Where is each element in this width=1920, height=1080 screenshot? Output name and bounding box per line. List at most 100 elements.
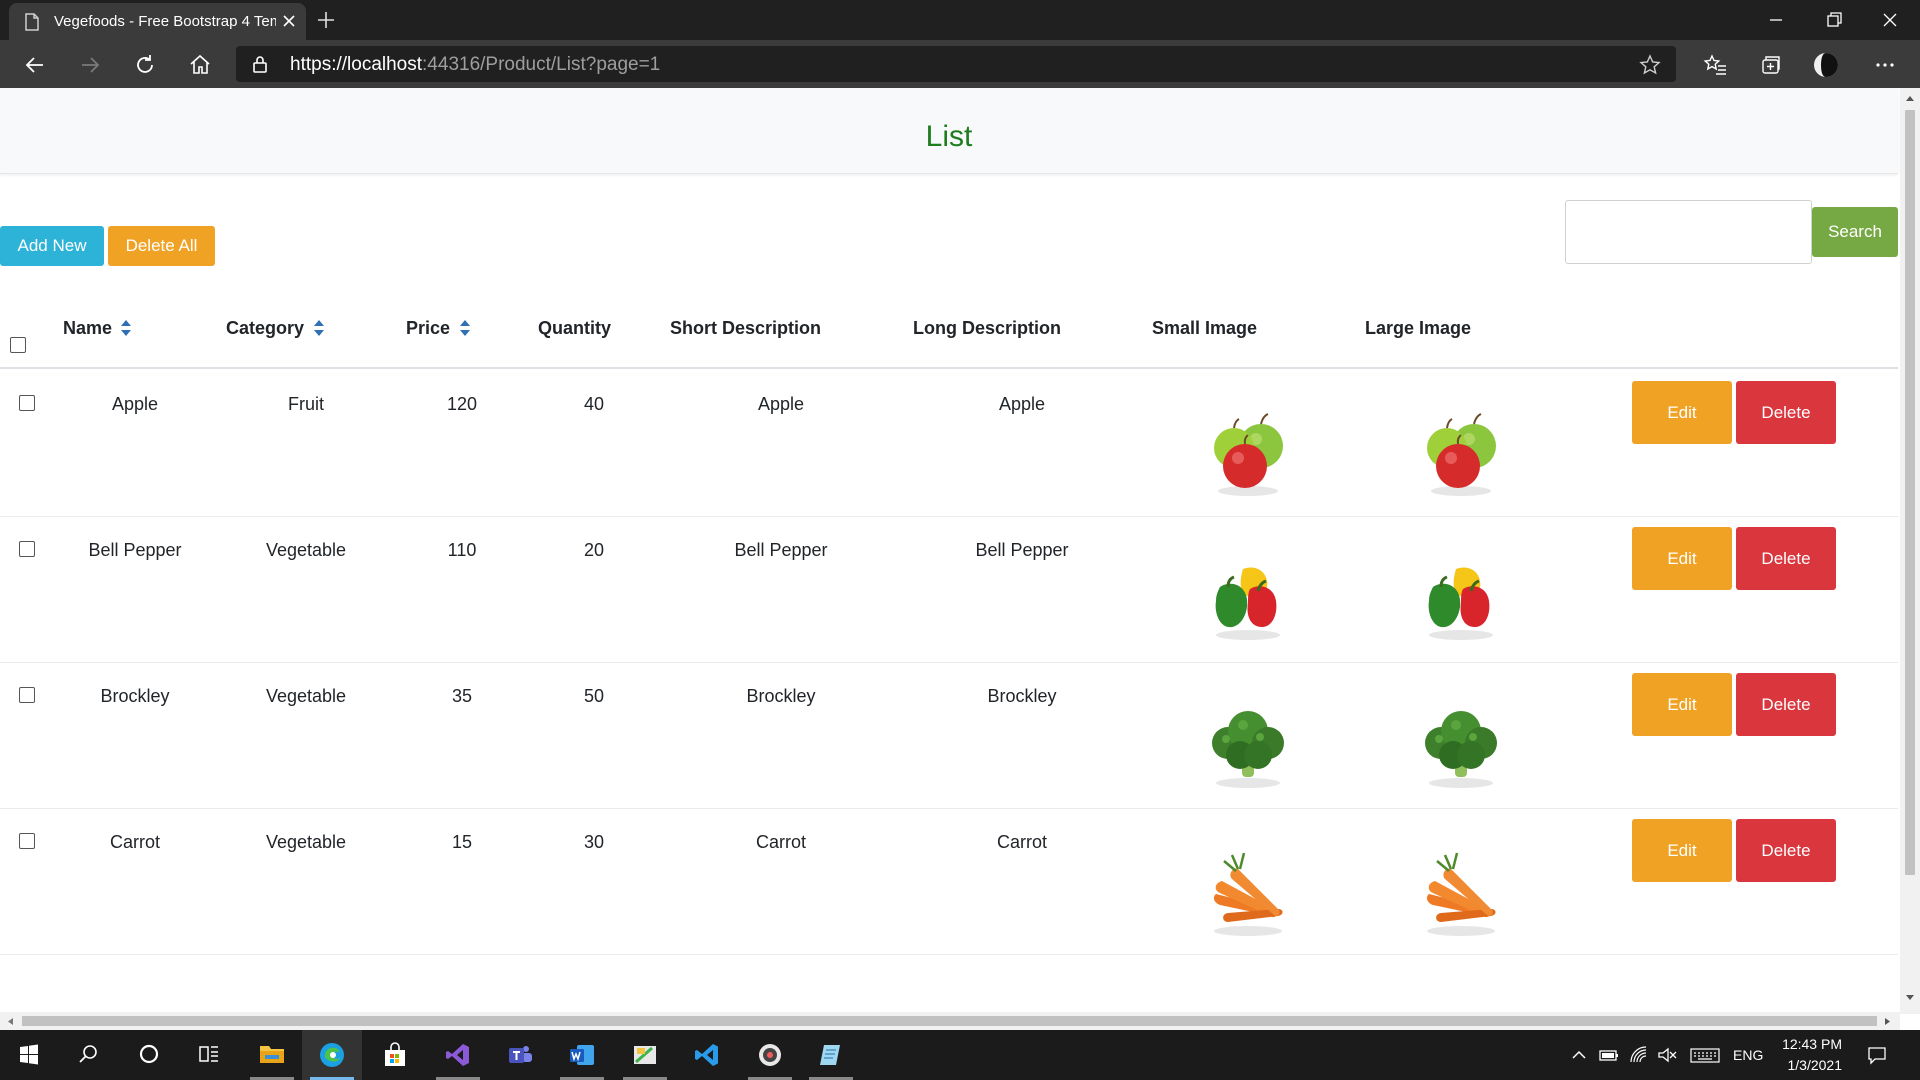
scroll-up-icon[interactable] [1905,94,1915,102]
taskbar-edge[interactable] [302,1030,362,1080]
cell-long-description: Brockley [987,686,1057,706]
delete-button[interactable]: Delete [1736,527,1836,590]
volume-muted-icon[interactable] [1656,1044,1678,1066]
header-price-label: Price [406,318,451,338]
cortana-button[interactable] [120,1030,180,1080]
collections-icon[interactable] [1758,52,1784,78]
edit-button[interactable]: Edit [1632,673,1732,736]
header-long-description: Long Description [913,318,1061,338]
select-all-checkbox[interactable] [10,337,26,353]
horizontal-scrollbar[interactable] [0,1012,1900,1030]
header-short-description: Short Description [670,318,822,338]
horizontal-scroll-thumb[interactable] [22,1016,1877,1026]
taskbar-word[interactable] [552,1030,612,1080]
notes-app-icon [820,1045,840,1065]
favorite-star-icon[interactable] [1639,54,1661,76]
forward-icon[interactable] [77,52,103,78]
clock-date[interactable]: 1/3/2021 [1782,1057,1843,1073]
taskbar-search[interactable] [60,1030,120,1080]
taskbar-notes-app[interactable] [801,1030,861,1080]
vscode-icon [695,1044,718,1066]
wifi-icon[interactable] [1628,1044,1650,1066]
cell-short-description: Brockley [746,686,816,706]
delete-all-button[interactable]: Delete All [108,226,215,266]
header-category[interactable]: Category [226,318,324,339]
favorites-icon[interactable] [1703,52,1729,78]
cell-quantity: 50 [583,686,605,706]
new-tab-icon[interactable] [315,9,337,31]
lock-icon[interactable] [250,54,270,74]
row-select-checkbox[interactable] [19,541,35,557]
profile-avatar-icon[interactable] [1813,52,1839,78]
home-icon[interactable] [187,52,213,78]
database-tool-icon [634,1046,656,1064]
large-image-carrot [1426,852,1496,936]
chevron-up-icon[interactable] [1568,1044,1590,1066]
delete-button[interactable]: Delete [1736,819,1836,882]
delete-button[interactable]: Delete [1736,381,1836,444]
table-row: Carrot Vegetable 15 30 Carrot Carrot Edit Delet… [0,809,1898,955]
back-icon[interactable] [22,52,48,78]
close-tab-icon[interactable] [279,11,299,31]
row-select-checkbox[interactable] [19,833,35,849]
taskbar-vscode[interactable] [677,1030,737,1080]
taskbar-media-app[interactable] [740,1030,800,1080]
add-new-button[interactable]: Add New [0,226,104,266]
scroll-down-icon[interactable] [1905,994,1915,1002]
taskbar-teams[interactable] [490,1030,550,1080]
edit-button[interactable]: Edit [1632,381,1732,444]
task-view-icon [199,1046,218,1062]
battery-icon[interactable] [1598,1044,1620,1066]
sort-icon[interactable] [313,319,325,337]
cell-name: Carrot [109,832,160,852]
visual-studio-icon [446,1044,469,1066]
cell-name: Brockley [100,686,170,706]
keyboard-icon[interactable] [1690,1044,1720,1066]
start-button[interactable] [0,1030,60,1080]
minimize-icon[interactable] [1764,8,1788,32]
search-input[interactable] [1565,200,1812,264]
edge-icon [320,1043,344,1067]
task-view-button[interactable] [180,1030,240,1080]
row-select-checkbox[interactable] [19,395,35,411]
vertical-scrollbar[interactable] [1900,88,1920,1014]
url-host: https://localhost [290,54,423,75]
taskbar-file-explorer[interactable] [242,1030,302,1080]
clock-time[interactable]: 12:43 PM [1782,1036,1842,1052]
address-bar[interactable]: https://localhost:44316/Product/List?pag… [236,46,1676,82]
close-window-icon[interactable] [1878,8,1902,32]
input-language[interactable]: ENG [1733,1047,1763,1063]
table-row: Brockley Vegetable 35 50 Brockley Brockley Edi… [0,663,1898,809]
notification-icon[interactable] [1866,1044,1888,1066]
taskbar-sql-tool[interactable] [615,1030,675,1080]
row-select-checkbox[interactable] [19,687,35,703]
scroll-left-icon[interactable] [6,1017,14,1026]
edit-button[interactable]: Edit [1632,527,1732,590]
cell-quantity: 30 [583,832,605,852]
sort-icon[interactable] [459,319,471,337]
browser-tab[interactable]: Vegefoods - Free Bootstrap 4 Template [9,3,306,40]
scroll-right-icon[interactable] [1884,1017,1892,1026]
delete-button[interactable]: Delete [1736,673,1836,736]
table-header: Name Category Price Quantity Short Descr… [0,318,1898,369]
header-name[interactable]: Name [63,318,131,339]
taskbar-store[interactable] [365,1030,425,1080]
teams-icon [509,1046,532,1063]
restore-icon[interactable] [1822,8,1846,32]
page-title: List [925,120,973,153]
small-image-apple [1214,413,1283,496]
header-price[interactable]: Price [406,318,470,339]
large-image-apple [1427,413,1496,496]
cell-long-description: Bell Pepper [975,540,1069,560]
sort-icon[interactable] [120,319,132,337]
edit-button[interactable]: Edit [1632,819,1732,882]
url-path: :44316/Product/List?page=1 [422,54,661,75]
vertical-scroll-thumb[interactable] [1905,110,1915,875]
media-player-icon [759,1044,781,1066]
taskbar-visual-studio[interactable] [428,1030,488,1080]
refresh-icon[interactable] [132,52,158,78]
search-button[interactable]: Search [1812,207,1898,257]
large-image-broccoli [1425,711,1497,788]
search-icon [79,1045,97,1063]
more-options-icon[interactable] [1872,52,1898,78]
